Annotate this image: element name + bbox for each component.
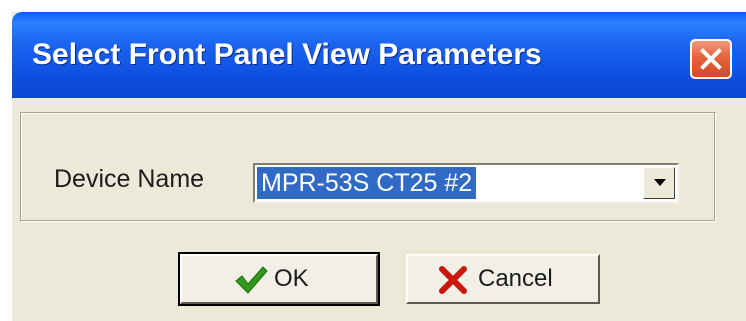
chevron-down-icon [654,179,666,186]
dialog-window: Select Front Panel View Parameters Devic… [12,12,746,321]
device-name-value[interactable]: MPR-53S CT25 #2 [257,167,477,199]
dialog-title: Select Front Panel View Parameters [32,38,542,71]
dialog-body: Device Name MPR-53S CT25 #2 OK Cancel [12,98,746,321]
device-name-label: Device Name [54,165,205,193]
title-bar[interactable]: Select Front Panel View Parameters [12,12,746,98]
parameters-group: Device Name MPR-53S CT25 #2 [20,112,716,222]
close-icon [700,48,722,70]
cancel-label: Cancel [478,265,553,292]
ok-button[interactable]: OK [178,252,380,306]
ok-label: OK [274,265,309,292]
device-name-combobox[interactable]: MPR-53S CT25 #2 [253,163,679,203]
checkmark-icon [235,266,268,294]
close-button[interactable] [690,39,732,79]
x-icon [439,266,467,294]
cancel-button[interactable]: Cancel [406,254,600,304]
dropdown-button[interactable] [643,167,675,199]
